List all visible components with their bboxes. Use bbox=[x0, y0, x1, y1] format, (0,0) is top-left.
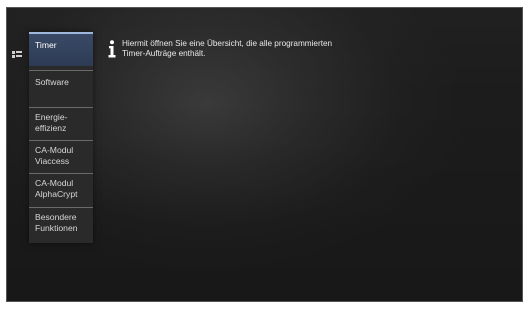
menu-item-label: Timer bbox=[35, 40, 57, 50]
menu-item-timer[interactable]: Timer bbox=[29, 32, 93, 66]
info-panel: Hiermit öffnen Sie eine Übersicht, die a… bbox=[107, 39, 407, 65]
info-icon bbox=[108, 40, 116, 58]
menu-toggle[interactable] bbox=[8, 39, 26, 71]
menu-item-label-line2: Funktionen bbox=[35, 222, 78, 233]
menu-item-label-line1: Energie- bbox=[35, 112, 68, 122]
tv-screen: Timer Software Energie- effizienz CA-Mod… bbox=[6, 7, 523, 302]
menu-item-label-line2: Viaccess bbox=[35, 155, 70, 166]
menu-item-label: Software bbox=[35, 77, 69, 87]
settings-menu: Timer Software Energie- effizienz CA-Mod… bbox=[29, 32, 93, 243]
menu-item-ca-modul-viaccess[interactable]: CA-Modul Viaccess bbox=[29, 140, 93, 173]
menu-item-label-line2: effizienz bbox=[35, 122, 67, 133]
menu-item-label-line1: Besondere bbox=[35, 212, 77, 222]
info-text-line2: Timer-Aufträge enthält. bbox=[122, 49, 206, 58]
menu-item-label-line1: CA-Modul bbox=[35, 145, 74, 155]
menu-item-besondere-funktionen[interactable]: Besondere Funktionen bbox=[29, 207, 93, 243]
menu-item-label-line1: CA-Modul bbox=[35, 178, 74, 188]
menu-grid-icon bbox=[12, 51, 22, 58]
active-indicator bbox=[29, 32, 93, 34]
menu-item-software[interactable]: Software bbox=[29, 70, 93, 103]
menu-item-energieeffizienz[interactable]: Energie- effizienz bbox=[29, 107, 93, 140]
info-text: Hiermit öffnen Sie eine Übersicht, die a… bbox=[122, 39, 332, 59]
menu-item-ca-modul-alphacrypt[interactable]: CA-Modul AlphaCrypt bbox=[29, 173, 93, 207]
info-text-line1: Hiermit öffnen Sie eine Übersicht, die a… bbox=[122, 39, 333, 48]
menu-item-label-line2: AlphaCrypt bbox=[35, 188, 78, 199]
